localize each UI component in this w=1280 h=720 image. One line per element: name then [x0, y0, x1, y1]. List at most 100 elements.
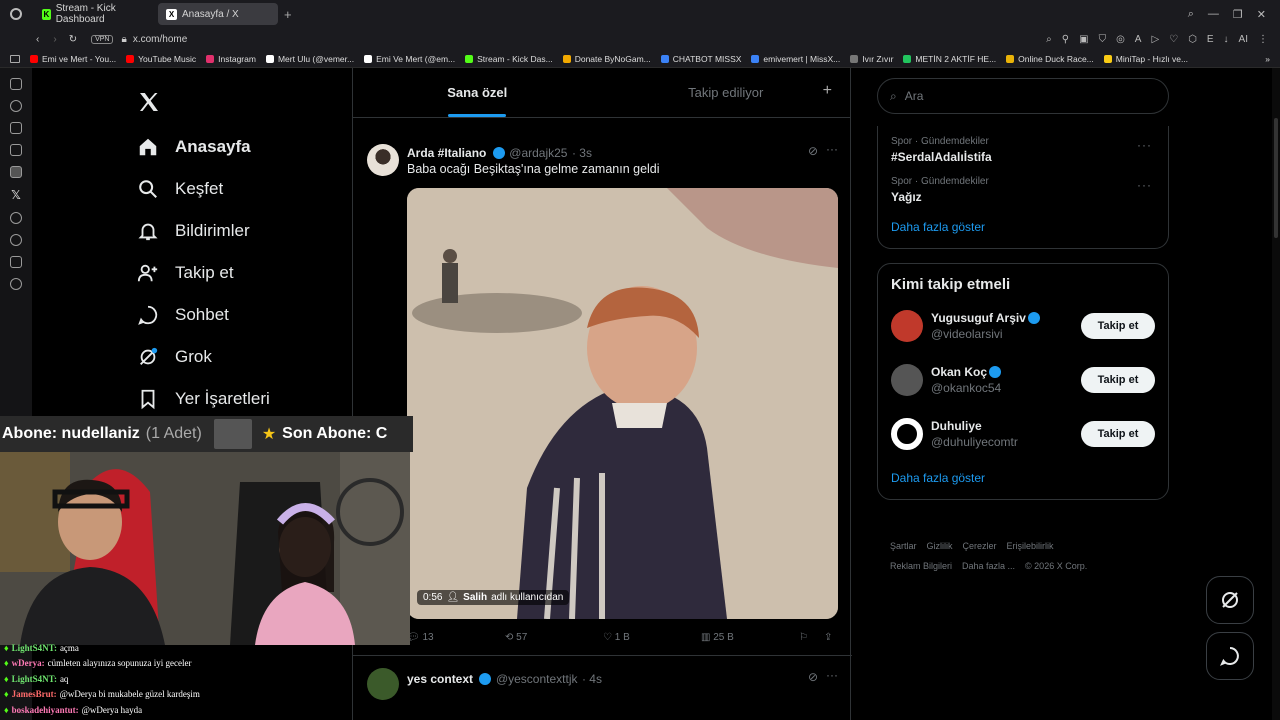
minimize-icon[interactable]: —	[1208, 8, 1219, 21]
show-more-follow-link[interactable]: Daha fazla göster	[878, 461, 1168, 499]
nav-item-search[interactable]: Keşfet	[137, 168, 357, 210]
tweet[interactable]: Arda #Italiano @ardajk25 · 3s ⊘ ··· Baba…	[353, 132, 852, 656]
footer-link[interactable]: Çerezler	[963, 541, 997, 551]
trend-more-icon[interactable]: ···	[1137, 178, 1152, 192]
footer-link[interactable]: Erişilebilirlik	[1007, 541, 1054, 551]
tweet-time[interactable]: · 3s	[572, 146, 592, 160]
grok-tweet-icon[interactable]: ⊘	[808, 144, 818, 158]
nav-item-grok[interactable]: Grok	[137, 336, 357, 378]
avatar[interactable]	[367, 144, 399, 176]
x-logo-icon[interactable]	[137, 78, 357, 126]
footer-link[interactable]: Gizlilik	[927, 541, 953, 551]
sidebar-history-icon[interactable]	[10, 100, 22, 112]
views-button[interactable]: ▥ 25 B	[701, 632, 799, 643]
trend-item[interactable]: Spor · Gündemdekiler Yağız ···	[878, 170, 1168, 210]
footer-link[interactable]: Reklam Bilgileri	[890, 561, 952, 571]
retweet-button[interactable]: ⟲ 57	[505, 632, 603, 643]
share-icon[interactable]: ⇪	[824, 632, 832, 643]
sidebar-cube-icon[interactable]	[10, 256, 22, 268]
ai-button[interactable]: AI	[1239, 34, 1248, 45]
camera-icon[interactable]: ◎	[1116, 34, 1125, 45]
heart-icon[interactable]: ♡	[1169, 34, 1178, 45]
follow-button[interactable]: Takip et	[1081, 421, 1155, 447]
follow-suggestion[interactable]: Okan Koç @okankoc54 Takip et	[878, 353, 1168, 407]
bookmark-item[interactable]: Online Duck Race...	[1006, 54, 1094, 64]
search-tabs-icon[interactable]: ⌕	[1188, 8, 1194, 21]
menu-icon[interactable]: ⋮	[1258, 34, 1268, 45]
grok-tweet-icon[interactable]: ⊘	[808, 670, 818, 684]
bookmark-item[interactable]: YouTube Music	[126, 54, 196, 64]
bookmark-item[interactable]: Emi ve Mert - You...	[30, 54, 116, 64]
sidebar-notes-icon[interactable]	[10, 144, 22, 156]
avatar[interactable]	[891, 418, 923, 450]
bookmark-item[interactable]: CHATBOT MISSX	[660, 54, 741, 64]
nav-item-chat[interactable]: Sohbet	[137, 294, 357, 336]
bookmark-item[interactable]: Donate ByNoGam...	[562, 54, 651, 64]
forward-icon[interactable]: ›	[53, 34, 56, 45]
trend-item[interactable]: Spor · Gündemdekiler #SerdalAdalıİstifa ··…	[878, 130, 1168, 170]
follow-suggestion[interactable]: Yugusuguf Arşiv @videolarsivi Takip et	[878, 299, 1168, 353]
bookmarks-icon[interactable]	[10, 54, 20, 63]
bookmark-item[interactable]: Emi Ve Mert (@em...	[364, 54, 455, 64]
tweet-video[interactable]: 0:56 👤︎ Salih adlı kullanıcıdan	[407, 188, 838, 619]
avatar[interactable]	[891, 364, 923, 396]
zoom-icon[interactable]: ⌕	[1046, 34, 1052, 45]
bookmark-item[interactable]: Mert Ulu (@vemer...	[265, 54, 354, 64]
tweet-author-handle[interactable]: @ardajk25	[509, 146, 567, 160]
tweet[interactable]: yes context @yescontexttjk · 4s ⊘ ···	[353, 664, 852, 720]
bookmark-item[interactable]: Ivır Zıvır	[850, 54, 893, 64]
video-source-user[interactable]: Salih	[463, 592, 487, 603]
follow-button[interactable]: Takip et	[1081, 367, 1155, 393]
restore-icon[interactable]: ❐	[1233, 8, 1243, 21]
play-icon[interactable]: ▷	[1151, 34, 1159, 45]
bookmark-item[interactable]: Stream - Kick Das...	[465, 54, 553, 64]
close-window-icon[interactable]: ✕	[1257, 8, 1266, 21]
new-tab-button[interactable]: +	[284, 7, 292, 22]
sidebar-radio-icon[interactable]	[10, 212, 22, 224]
tab-x-home[interactable]: X Anasayfa / X	[158, 3, 278, 25]
tab-following[interactable]: Takip ediliyor	[602, 68, 851, 117]
reply-button[interactable]: 💬︎ 13	[407, 632, 505, 643]
bookmark-item[interactable]: METİN 2 AKTİF HE...	[903, 54, 996, 64]
grok-fab-button[interactable]	[1206, 576, 1254, 624]
profile-icon[interactable]: E	[1207, 34, 1214, 45]
scrollbar-thumb[interactable]	[1274, 118, 1278, 238]
sidebar-x-icon[interactable]: 𝕏	[10, 188, 22, 202]
nav-item-bell[interactable]: Bildirimler	[137, 210, 357, 252]
sidebar-pin-icon[interactable]	[10, 122, 22, 134]
follow-button[interactable]: Takip et	[1081, 313, 1155, 339]
add-tab-icon[interactable]: +	[823, 82, 832, 100]
translate-icon[interactable]: A	[1135, 34, 1142, 45]
tweet-author-name[interactable]: Arda #Italiano	[407, 146, 486, 160]
follow-suggestion[interactable]: Duhuliye @duhuliyecomtr Takip et	[878, 407, 1168, 461]
nav-item-home[interactable]: Anasayfa	[137, 126, 357, 168]
shield-icon[interactable]: ⛉	[1099, 34, 1107, 45]
like-button[interactable]: ♡ 1 B	[603, 632, 701, 643]
tab-for-you[interactable]: Sana özel	[353, 68, 602, 117]
page-scrollbar[interactable]	[1272, 68, 1280, 720]
messages-fab-button[interactable]	[1206, 632, 1254, 680]
bookmarks-overflow-icon[interactable]: »	[1265, 54, 1270, 64]
sidebar-settings-icon[interactable]	[10, 278, 22, 290]
trend-more-icon[interactable]: ···	[1137, 138, 1152, 152]
tweet-more-icon[interactable]: ···	[826, 142, 838, 156]
footer-link[interactable]: Şartlar	[890, 541, 917, 551]
tweet-time[interactable]: · 4s	[582, 672, 602, 686]
bookmark-tweet-icon[interactable]: ⚐	[799, 632, 808, 643]
sidebar-clock-icon[interactable]	[10, 234, 22, 246]
pin-icon[interactable]: ⚲	[1062, 34, 1069, 45]
bookmark-item[interactable]: emivemert | MissX...	[751, 54, 840, 64]
nav-item-bookmark[interactable]: Yer İşaretleri	[137, 378, 357, 420]
nav-item-follow[interactable]: Takip et	[137, 252, 357, 294]
tweet-more-icon[interactable]: ···	[826, 668, 838, 682]
tweet-author-handle[interactable]: @yescontexttjk	[496, 672, 578, 686]
show-more-trends-link[interactable]: Daha fazla göster	[878, 210, 1168, 248]
url-input[interactable]: x.com/home	[133, 34, 187, 45]
back-icon[interactable]: ‹	[36, 34, 39, 45]
extensions-icon[interactable]: ⬡	[1188, 34, 1197, 45]
bookmark-item[interactable]: Instagram	[206, 54, 256, 64]
bookmark-item[interactable]: MiniTap - Hızlı ve...	[1103, 54, 1188, 64]
avatar[interactable]	[891, 310, 923, 342]
footer-link[interactable]: © 2026 X Corp.	[1025, 561, 1087, 571]
tab-kick-dashboard[interactable]: K Stream - Kick Dashboard	[34, 3, 152, 25]
